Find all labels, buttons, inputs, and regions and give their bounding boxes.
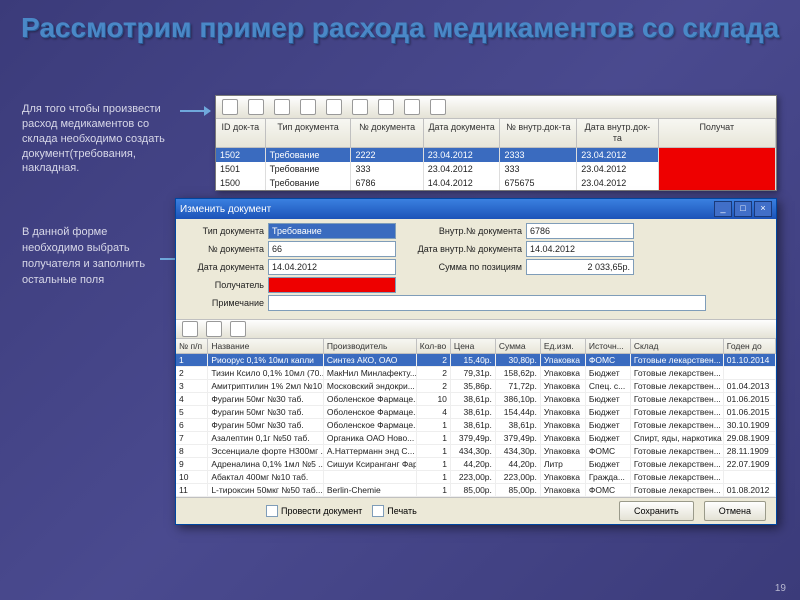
print-checkbox[interactable] (372, 505, 384, 517)
items-grid[interactable]: № п/пНазваниеПроизводительКол-воЦенаСумм… (176, 339, 776, 497)
label-datavn: Дата внутр.№ документа (412, 244, 526, 254)
slide-title: Рассмотрим пример расхода медикаментов с… (0, 12, 800, 44)
help-icon[interactable] (430, 99, 446, 115)
table-row[interactable]: 1502Требование222223.04.2012233323.04.20… (216, 148, 776, 162)
table-row[interactable]: 1Риоорус 0,1% 10мл каплиСинтез АКО, ОАО2… (176, 354, 776, 367)
save-button[interactable]: Сохранить (619, 501, 694, 521)
recipient-field[interactable]: . (268, 277, 396, 293)
print-icon[interactable] (378, 99, 394, 115)
find-icon[interactable] (230, 321, 246, 337)
preview-icon[interactable] (404, 99, 420, 115)
label-data: Дата документа (184, 262, 268, 272)
window-titlebar[interactable]: Изменить документ _ □ × (176, 199, 776, 219)
window-title: Изменить документ (180, 204, 271, 215)
slide-number: 19 (775, 583, 786, 594)
column-header[interactable]: Получат (659, 119, 776, 147)
column-header[interactable]: Дата документа (424, 119, 501, 147)
table-row[interactable]: 8Эссенциале форте Н300мг ...А.Наттерманн… (176, 445, 776, 458)
description-2: В данной форме необходимо выбрать получа… (22, 225, 162, 289)
description-1: Для того чтобы произвести расход медикам… (22, 102, 177, 176)
column-header[interactable]: № внутр.док-та (500, 119, 577, 147)
column-header[interactable]: ID док-та (216, 119, 266, 147)
post-label: Провести документ (281, 506, 362, 516)
table-row[interactable]: 6Фурагин 50мг №30 таб.Оболенское Фармаце… (176, 419, 776, 432)
table-row[interactable]: 7Азалептин 0,1г №50 таб.Органика ОАО Нов… (176, 432, 776, 445)
table-row[interactable]: 1501Требование33323.04.201233323.04.2012… (216, 162, 776, 176)
close-button[interactable]: × (754, 201, 772, 217)
column-header[interactable]: № документа (351, 119, 423, 147)
edit-document-window: Изменить документ _ □ × Тип документаТре… (175, 198, 777, 525)
table-row[interactable]: 4Фурагин 50мг №30 таб.Оболенское Фармаце… (176, 393, 776, 406)
table-row[interactable]: 2Тизин Ксило 0,1% 10мл (70...МакНил Минл… (176, 367, 776, 380)
column-header[interactable]: Название (208, 339, 324, 353)
export-icon[interactable] (300, 99, 316, 115)
cancel-button[interactable]: Отмена (704, 501, 766, 521)
label-prim: Примечание (184, 298, 268, 308)
label-summa: Сумма по позициям (412, 262, 526, 272)
refresh-icon[interactable] (352, 99, 368, 115)
column-header[interactable]: Производитель (324, 339, 417, 353)
table-row[interactable]: 1500Требование678614.04.201267567523.04.… (216, 176, 776, 190)
post-checkbox[interactable] (266, 505, 278, 517)
delete-row-icon[interactable] (206, 321, 222, 337)
document-list-window: ID док-таТип документа№ документаДата до… (215, 95, 777, 191)
grid-toolbar (176, 319, 776, 339)
arrow-icon (180, 110, 210, 112)
document-grid[interactable]: ID док-таТип документа№ документаДата до… (216, 119, 776, 190)
column-header[interactable]: № п/п (176, 339, 208, 353)
num-field[interactable]: 66 (268, 241, 396, 257)
summa-field: 2 033,65р. (526, 259, 634, 275)
label-num: № документа (184, 244, 268, 254)
datavn-field[interactable]: 14.04.2012 (526, 241, 634, 257)
column-header[interactable]: Тип документа (266, 119, 352, 147)
minimize-button[interactable]: _ (714, 201, 732, 217)
add-row-icon[interactable] (182, 321, 198, 337)
column-header[interactable]: Сумма (496, 339, 541, 353)
column-header[interactable]: Склад (631, 339, 724, 353)
label-type: Тип документа (184, 226, 268, 236)
column-header[interactable]: Источн... (586, 339, 631, 353)
delete-icon[interactable] (326, 99, 342, 115)
data-field[interactable]: 14.04.2012 (268, 259, 396, 275)
column-header[interactable]: Годен до (724, 339, 776, 353)
note-field[interactable] (268, 295, 706, 311)
maximize-button[interactable]: □ (734, 201, 752, 217)
table-row[interactable]: 3Амитриптилин 1% 2мл №10 а...Московский … (176, 380, 776, 393)
vnutr-field[interactable]: 6786 (526, 223, 634, 239)
table-row[interactable]: 5Фурагин 50мг №30 таб.Оболенское Фармаце… (176, 406, 776, 419)
toolbar (216, 96, 776, 119)
table-row[interactable]: 11L-тироксин 50мкг №50 таб...Berlin-Chem… (176, 484, 776, 497)
table-row[interactable]: 9Адреналина 0,1% 1мл №5 ...Сишуи Ксиранг… (176, 458, 776, 471)
document-form: Тип документаТребование Внутр.№ документ… (176, 219, 776, 319)
column-header[interactable]: Дата внутр.док-та (577, 119, 658, 147)
column-header[interactable]: Кол-во (417, 339, 451, 353)
save-icon[interactable] (274, 99, 290, 115)
column-header[interactable]: Цена (451, 339, 496, 353)
open-icon[interactable] (248, 99, 264, 115)
button-bar: Провести документ Печать Сохранить Отмен… (176, 497, 776, 524)
print-label: Печать (387, 506, 416, 516)
type-field[interactable]: Требование (268, 223, 396, 239)
new-icon[interactable] (222, 99, 238, 115)
column-header[interactable]: Ед.изм. (541, 339, 586, 353)
table-row[interactable]: 10Абактал 400мг №10 таб.1223,00р.223,00р… (176, 471, 776, 484)
label-vnutr: Внутр.№ документа (412, 226, 526, 236)
label-pol: Получатель (184, 280, 268, 290)
